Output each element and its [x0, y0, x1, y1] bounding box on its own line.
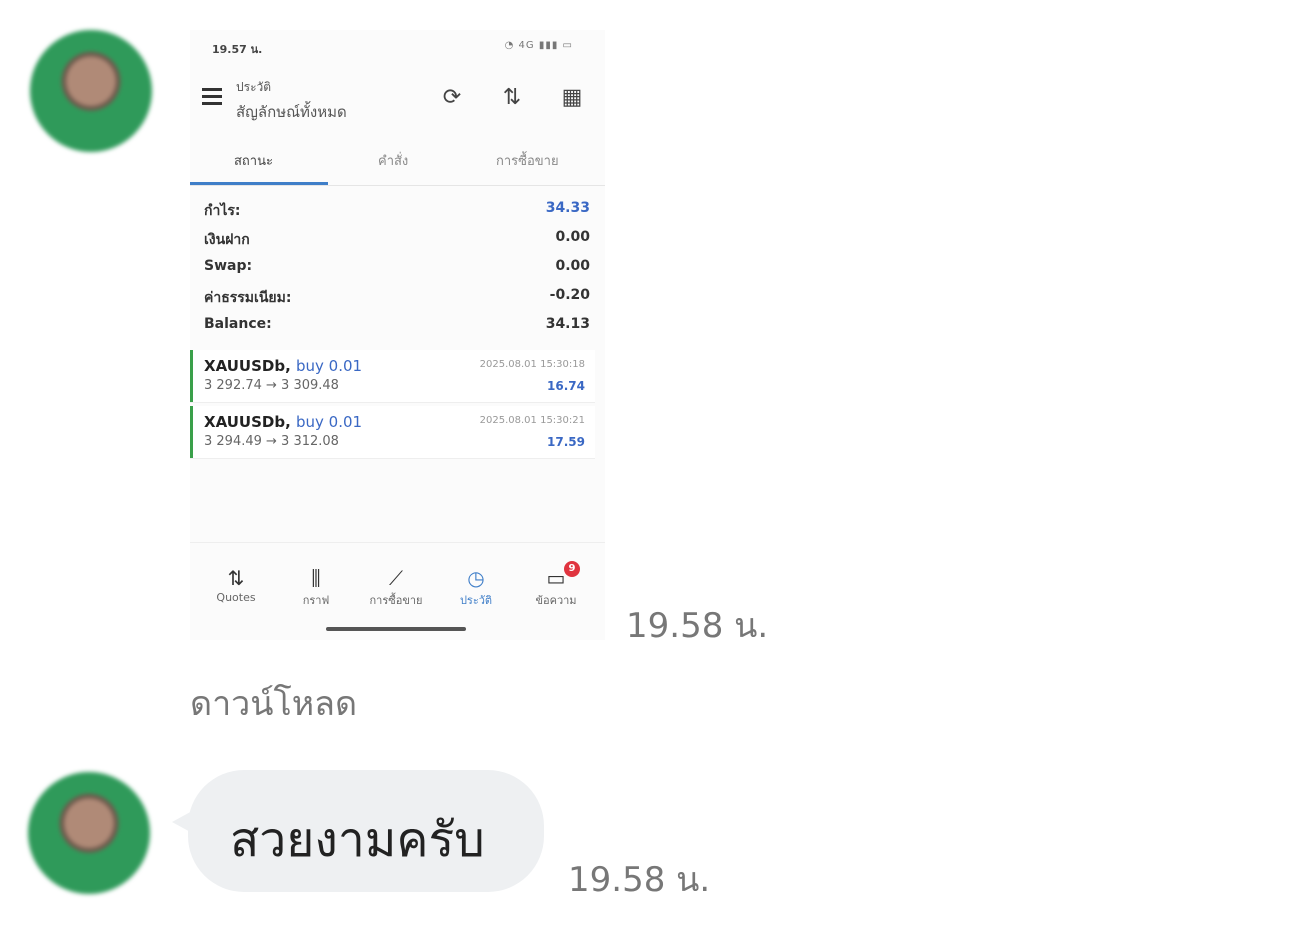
summary-row-profit: กำไร: 34.33 — [204, 196, 590, 222]
nav-label: ประวัติ — [459, 594, 493, 607]
quotes-icon: ⇅ — [227, 566, 245, 590]
trade-time: 2025.08.01 15:30:21 — [479, 415, 585, 426]
trade-prices: 3 292.74 → 3 309.48 — [204, 378, 339, 393]
message-bubble[interactable]: สวยงามครับ — [188, 770, 544, 892]
sender-avatar[interactable] — [30, 30, 152, 152]
toolbar-subtitle: ประวัติ — [236, 80, 272, 94]
nav-trade: ⟋ การซื้อขาย — [358, 565, 434, 609]
history-tabs: สถานะ คำสั่ง การซื้อขาย — [190, 144, 605, 188]
bottom-nav-divider — [190, 542, 605, 543]
tab-orders: คำสั่ง — [378, 154, 409, 169]
trade-side: buy 0.01 — [296, 413, 363, 431]
summary-label: Swap: — [204, 258, 253, 274]
nav-label: ข้อความ — [535, 594, 577, 607]
summary-label: ค่าธรรมเนียม: — [204, 290, 292, 306]
sender-avatar[interactable] — [28, 772, 150, 894]
summary-label: Balance: — [204, 316, 272, 332]
nav-quotes: ⇅ Quotes — [198, 565, 274, 604]
trade-symbol: XAUUSDb, buy 0.01 — [204, 357, 363, 375]
summary-value: 0.00 — [555, 229, 590, 245]
summary-value: 34.13 — [545, 316, 590, 332]
message-timestamp: 19.58 น. — [568, 860, 711, 900]
nav-chart: ⫼ กราฟ — [278, 565, 354, 609]
summary-row-fee: ค่าธรรมเนียม: -0.20 — [204, 283, 590, 309]
trade-time: 2025.08.01 15:30:18 — [479, 359, 585, 370]
trade-side: buy 0.01 — [296, 357, 363, 375]
messages-badge: 9 — [564, 561, 580, 577]
chart-icon: ⫼ — [311, 566, 321, 590]
nav-messages: ▭ ข้อความ 9 — [518, 561, 594, 609]
tab-deals: การซื้อขาย — [496, 154, 559, 169]
calendar-icon: ▦ — [561, 85, 583, 110]
trade-symbol: XAUUSDb, buy 0.01 — [204, 413, 363, 431]
trade-indicator-bar — [190, 350, 193, 402]
status-bar-icons: ◔ 4G ▮▮▮ ▭ — [504, 40, 573, 51]
download-link[interactable]: ดาวน์โหลด — [190, 676, 357, 730]
summary-row-swap: Swap: 0.00 — [204, 254, 590, 280]
summary-value: 0.00 — [555, 258, 590, 274]
menu-icon — [202, 88, 222, 105]
status-time: 19.57 น. — [212, 43, 263, 56]
trade-profit: 17.59 — [547, 435, 585, 449]
summary-label: กำไร: — [204, 203, 241, 219]
summary-row-balance: Balance: 34.13 — [204, 312, 590, 338]
sort-icon: ⇅ — [502, 85, 522, 110]
nav-label: การซื้อขาย — [369, 594, 423, 607]
summary-label: เงินฝาก — [204, 232, 250, 248]
tab-divider — [190, 185, 605, 186]
trade-prices: 3 294.49 → 3 312.08 — [204, 434, 339, 449]
trade-card: XAUUSDb, buy 0.01 3 292.74 → 3 309.48 20… — [190, 350, 595, 403]
summary-value: 34.33 — [545, 200, 590, 216]
messages-icon: ▭ — [546, 566, 566, 590]
trade-indicator-bar — [190, 406, 193, 458]
tab-status: สถานะ — [234, 154, 273, 169]
message-text: สวยงามครับ — [230, 812, 485, 868]
home-indicator — [326, 627, 466, 631]
trade-card: XAUUSDb, buy 0.01 3 294.49 → 3 312.08 20… — [190, 406, 595, 459]
history-icon: ◷ — [467, 566, 485, 590]
nav-label: Quotes — [216, 591, 256, 604]
toolbar-title: สัญลักษณ์ทั้งหมด — [236, 103, 347, 121]
shared-screenshot-image[interactable]: 19.57 น. ◔ 4G ▮▮▮ ▭ ประวัติ สัญลักษณ์ทั้… — [190, 30, 605, 640]
trade-icon: ⟋ — [389, 566, 403, 590]
nav-history: ◷ ประวัติ — [438, 565, 514, 609]
nav-label: กราฟ — [302, 594, 330, 607]
summary-value: -0.20 — [549, 287, 590, 303]
message-timestamp: 19.58 น. — [626, 606, 769, 646]
sync-icon: ⟳ — [442, 85, 462, 110]
summary-row-deposit: เงินฝาก 0.00 — [204, 225, 590, 251]
trade-profit: 16.74 — [547, 379, 585, 393]
